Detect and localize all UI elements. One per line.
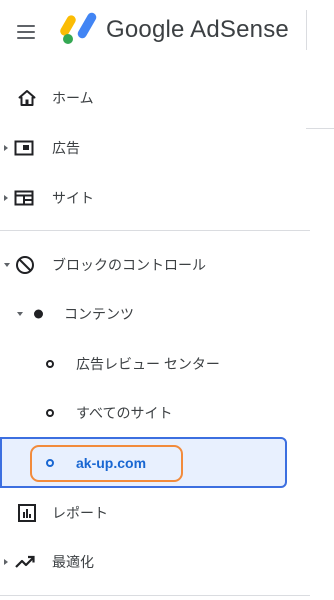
annotation-highlight — [30, 445, 183, 482]
bar-chart-icon — [18, 504, 36, 522]
nav-item-reports[interactable]: レポート — [0, 488, 300, 538]
block-icon — [16, 256, 34, 274]
collapse-arrow-icon[interactable] — [4, 263, 10, 267]
home-icon — [18, 90, 36, 106]
app-header: Google AdSense — [0, 0, 334, 64]
app-title: Google AdSense — [106, 16, 289, 43]
header-divider — [306, 10, 307, 50]
nav-item-optimization[interactable]: 最適化 — [0, 537, 300, 587]
nav-item-label: ホーム — [52, 90, 94, 106]
expand-arrow-icon[interactable] — [4, 559, 8, 565]
nav-item-label: 広告 — [52, 140, 80, 156]
nav-item-label: サイト — [52, 190, 94, 206]
adsense-logo-icon[interactable] — [60, 12, 98, 46]
nav-item-label: すべてのサイト — [76, 405, 173, 421]
nav-item-label: 広告レビュー センター — [76, 356, 220, 372]
trending-up-icon — [15, 555, 35, 568]
nav-item-ads[interactable]: 広告 — [0, 123, 300, 173]
nav-item-label: コンテンツ — [64, 306, 134, 322]
collapse-arrow-icon[interactable] — [17, 312, 23, 316]
ad-unit-icon — [14, 140, 34, 156]
web-icon — [14, 190, 34, 206]
nav-item-block-controls[interactable]: ブロックのコントロール — [0, 240, 300, 290]
nav-divider — [0, 230, 310, 231]
nav-item-all-sites[interactable]: すべてのサイト — [0, 388, 300, 438]
expand-arrow-icon[interactable] — [4, 195, 8, 201]
expand-arrow-icon[interactable] — [4, 145, 8, 151]
circle-icon — [46, 360, 54, 368]
nav-item-label: レポート — [52, 505, 108, 521]
nav-divider — [0, 595, 310, 596]
nav-item-label: ブロックのコントロール — [52, 257, 206, 273]
bullet-icon — [34, 309, 43, 319]
circle-icon — [46, 409, 54, 417]
content-divider — [306, 128, 334, 129]
nav-item-ad-review-center[interactable]: 広告レビュー センター — [0, 339, 300, 389]
hamburger-menu-icon[interactable] — [10, 16, 42, 48]
nav-item-content[interactable]: コンテンツ — [0, 289, 300, 339]
nav-item-sites[interactable]: サイト — [0, 173, 300, 223]
nav-item-label: 最適化 — [52, 554, 94, 570]
nav-item-home[interactable]: ホーム — [0, 73, 300, 123]
